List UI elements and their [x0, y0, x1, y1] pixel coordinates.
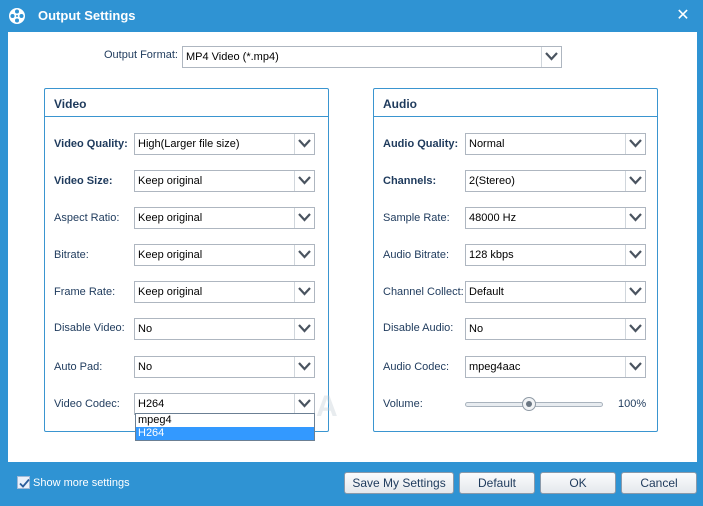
volume-label: Volume:: [383, 398, 423, 410]
divider: [374, 116, 657, 117]
chevron-down-icon[interactable]: [294, 245, 314, 265]
video-codec-value: H264: [138, 398, 165, 410]
video-quality-value: High(Larger file size): [138, 138, 240, 150]
video-codec-dropdown-list: mpeg4 H264: [135, 413, 315, 441]
cancel-button[interactable]: Cancel: [621, 472, 697, 494]
dropdown-option-mpeg4[interactable]: mpeg4: [136, 414, 314, 427]
chevron-down-icon[interactable]: [541, 47, 561, 67]
bitrate-label: Bitrate:: [54, 249, 89, 261]
disable-video-value: No: [138, 323, 153, 335]
video-quality-select[interactable]: High(Larger file size): [134, 133, 315, 155]
audio-codec-value: mpeg4aac: [469, 361, 521, 373]
window-title: Output Settings: [38, 8, 136, 23]
video-size-value: Keep original: [138, 175, 203, 187]
frame-rate-value: Keep original: [138, 286, 203, 298]
auto-pad-select[interactable]: No: [134, 356, 315, 378]
sample-rate-label: Sample Rate:: [383, 212, 450, 224]
output-format-value: MP4 Video (*.mp4): [186, 51, 279, 63]
video-size-select[interactable]: Keep original: [134, 170, 315, 192]
chevron-down-icon[interactable]: [294, 394, 314, 414]
video-codec-label: Video Codec:: [54, 398, 120, 410]
output-format-select[interactable]: MP4 Video (*.mp4): [182, 46, 562, 68]
bitrate-select[interactable]: Keep original: [134, 244, 315, 266]
video-size-label: Video Size:: [54, 175, 113, 187]
aspect-ratio-select[interactable]: Keep original: [134, 207, 315, 229]
disable-audio-select[interactable]: No: [465, 318, 646, 340]
chevron-down-icon[interactable]: [294, 282, 314, 302]
disable-audio-label: Disable Audio:: [383, 322, 454, 334]
chevron-down-icon[interactable]: [625, 134, 645, 154]
audio-quality-value: Normal: [469, 138, 505, 150]
video-codec-select[interactable]: H264: [134, 393, 315, 415]
audio-quality-select[interactable]: Normal: [465, 133, 646, 155]
disable-video-label: Disable Video:: [54, 322, 125, 334]
audio-bitrate-label: Audio Bitrate:: [383, 249, 450, 261]
channels-value: 2(Stereo): [469, 175, 515, 187]
audio-bitrate-value: 128 kbps: [469, 249, 514, 261]
default-button[interactable]: Default: [459, 472, 535, 494]
chevron-down-icon[interactable]: [625, 171, 645, 191]
frame-rate-select[interactable]: Keep original: [134, 281, 315, 303]
chevron-down-icon[interactable]: [294, 208, 314, 228]
divider: [45, 116, 328, 117]
close-icon[interactable]: ✕: [671, 4, 695, 28]
ok-button[interactable]: OK: [540, 472, 616, 494]
audio-codec-select[interactable]: mpeg4aac: [465, 356, 646, 378]
dropdown-option-h264[interactable]: H264: [136, 427, 314, 440]
bitrate-value: Keep original: [138, 249, 203, 261]
film-reel-icon: [9, 8, 25, 24]
volume-value: 100%: [618, 398, 647, 410]
aspect-ratio-label: Aspect Ratio:: [54, 212, 120, 224]
audio-quality-label: Audio Quality:: [383, 138, 459, 150]
disable-audio-value: No: [469, 323, 484, 335]
auto-pad-value: No: [138, 361, 153, 373]
audio-bitrate-select[interactable]: 128 kbps: [465, 244, 646, 266]
channels-label: Channels:: [383, 175, 437, 187]
chevron-down-icon[interactable]: [625, 357, 645, 377]
chevron-down-icon[interactable]: [625, 245, 645, 265]
show-more-label[interactable]: Show more settings: [33, 477, 130, 489]
chevron-down-icon[interactable]: [625, 319, 645, 339]
chevron-down-icon[interactable]: [625, 208, 645, 228]
chevron-down-icon[interactable]: [294, 319, 314, 339]
auto-pad-label: Auto Pad:: [54, 361, 103, 373]
audio-codec-label: Audio Codec:: [383, 361, 450, 373]
channel-collect-select[interactable]: Default: [465, 281, 646, 303]
sample-rate-value: 48000 Hz: [469, 212, 517, 224]
channel-collect-value: Default: [469, 286, 504, 298]
chevron-down-icon[interactable]: [294, 357, 314, 377]
volume-thumb[interactable]: [522, 397, 536, 411]
chevron-down-icon[interactable]: [294, 134, 314, 154]
checkmark-icon: [19, 478, 30, 488]
chevron-down-icon[interactable]: [294, 171, 314, 191]
volume-slider[interactable]: [465, 397, 605, 411]
video-group-title: Video: [54, 97, 87, 111]
frame-rate-label: Frame Rate:: [54, 286, 116, 298]
save-settings-button[interactable]: Save My Settings: [344, 472, 454, 494]
chevron-down-icon[interactable]: [625, 282, 645, 302]
output-format-label: Output Format:: [104, 49, 178, 61]
show-more-checkbox[interactable]: [17, 476, 30, 489]
channels-select[interactable]: 2(Stereo): [465, 170, 646, 192]
sample-rate-select[interactable]: 48000 Hz: [465, 207, 646, 229]
disable-video-select[interactable]: No: [134, 318, 315, 340]
aspect-ratio-value: Keep original: [138, 212, 203, 224]
channel-collect-label: Channel Collect:: [383, 286, 464, 298]
title-bar: Output Settings ✕: [0, 0, 703, 32]
audio-group-title: Audio: [383, 97, 417, 111]
video-quality-label: Video Quality:: [54, 138, 128, 150]
